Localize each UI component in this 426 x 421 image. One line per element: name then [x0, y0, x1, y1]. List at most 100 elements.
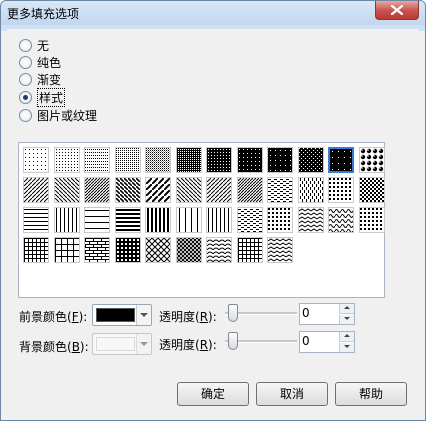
pattern-swatch[interactable]: [206, 147, 232, 173]
bg-transparency-spinner[interactable]: [299, 331, 355, 353]
label-key: R: [199, 338, 209, 352]
pattern-swatch[interactable]: [145, 177, 171, 203]
pattern-swatch[interactable]: [236, 147, 263, 173]
radio-gradient[interactable]: 渐变: [19, 71, 61, 87]
pattern-swatch[interactable]: [23, 207, 49, 233]
pattern-swatch[interactable]: [206, 207, 232, 233]
label-key: F: [71, 310, 79, 324]
radio-circle[interactable]: [19, 72, 32, 86]
chevron-down-icon[interactable]: [136, 334, 151, 354]
help-button[interactable]: 帮助: [335, 382, 407, 406]
foreground-color-swatch: [96, 308, 135, 322]
dialog-body: 无 纯色 渐变 样式 图片或纹理 前景颜色(F): 透明度(R): 0 背景颜色…: [7, 29, 419, 415]
radio-solid[interactable]: 纯色: [19, 54, 61, 70]
pattern-swatch[interactable]: [267, 237, 293, 263]
pattern-swatch[interactable]: [358, 207, 385, 233]
pattern-grid: [18, 142, 385, 298]
pattern-swatch[interactable]: [297, 147, 324, 173]
radio-circle[interactable]: [19, 38, 32, 52]
pattern-swatch[interactable]: [267, 177, 293, 203]
radio-label: 渐变: [37, 72, 62, 87]
pattern-swatch[interactable]: [53, 177, 80, 203]
radio-circle[interactable]: [19, 90, 32, 104]
pattern-swatch[interactable]: [267, 207, 293, 233]
ok-button[interactable]: 确定: [177, 382, 249, 406]
label-suffix: ):: [79, 340, 89, 354]
pattern-swatch[interactable]: [358, 147, 385, 173]
pattern-swatch[interactable]: [23, 177, 49, 203]
pattern-swatch[interactable]: [23, 237, 49, 263]
foreground-color-picker[interactable]: [92, 304, 152, 326]
radio-circle[interactable]: [19, 55, 32, 69]
pattern-swatch[interactable]: [145, 207, 171, 233]
background-color-picker[interactable]: [92, 333, 152, 355]
pattern-swatch[interactable]: [114, 237, 141, 263]
pattern-swatch[interactable]: [328, 207, 354, 233]
pattern-swatch[interactable]: [84, 237, 110, 263]
label-suffix: ):: [208, 310, 217, 324]
pattern-swatch[interactable]: [175, 237, 202, 263]
radio-none[interactable]: 无: [19, 37, 49, 53]
label-suffix: ):: [78, 310, 88, 324]
bg-transparency-label: 透明度(R):: [159, 336, 217, 353]
label-key: B: [71, 340, 80, 354]
pattern-swatch[interactable]: [236, 207, 263, 233]
pattern-swatch[interactable]: [297, 177, 324, 203]
dialog-window: 更多填充选项 无 纯色 渐变 样式 图片或纹理 前景颜色(F): 透明度(R):…: [0, 0, 426, 421]
spin-down-icon[interactable]: [339, 315, 354, 324]
radio-picture[interactable]: 图片或纹理: [19, 107, 97, 123]
fg-transparency-input[interactable]: [302, 305, 336, 321]
pattern-swatch[interactable]: [53, 207, 80, 233]
label-text: 透明度(: [159, 338, 200, 352]
close-icon: [391, 5, 403, 15]
radio-label: 样式: [37, 87, 66, 107]
pattern-swatch[interactable]: [328, 147, 354, 173]
pattern-swatch[interactable]: [145, 147, 171, 173]
pattern-swatch[interactable]: [84, 207, 110, 233]
bg-transparency-slider[interactable]: [225, 331, 297, 351]
background-color-label: 背景颜色(B):: [19, 338, 89, 355]
pattern-swatch[interactable]: [206, 237, 232, 263]
pattern-swatch[interactable]: [114, 177, 141, 203]
pattern-swatch[interactable]: [175, 147, 202, 173]
pattern-swatch[interactable]: [114, 147, 141, 173]
pattern-swatch[interactable]: [236, 237, 263, 263]
radio-pattern[interactable]: 样式: [19, 87, 66, 107]
title-bar: 更多填充选项: [1, 1, 425, 25]
pattern-swatch[interactable]: [236, 177, 263, 203]
slider-thumb[interactable]: [228, 304, 238, 322]
pattern-swatch[interactable]: [84, 177, 110, 203]
spin-up-icon[interactable]: [339, 332, 354, 342]
radio-label: 无: [37, 38, 50, 53]
radio-label: 纯色: [37, 55, 62, 70]
bg-transparency-input[interactable]: [302, 333, 336, 349]
pattern-swatch[interactable]: [53, 237, 80, 263]
pattern-swatch[interactable]: [114, 207, 141, 233]
close-button[interactable]: [375, 1, 419, 20]
pattern-swatch[interactable]: [358, 177, 385, 203]
spin-down-icon[interactable]: [339, 343, 354, 352]
pattern-swatch[interactable]: [53, 147, 80, 173]
pattern-swatch[interactable]: [145, 237, 171, 263]
slider-thumb[interactable]: [228, 332, 238, 350]
pattern-swatch[interactable]: [206, 177, 232, 203]
fg-transparency-label: 透明度(R):: [159, 308, 217, 325]
label-text: 前景颜色(: [19, 310, 72, 324]
pattern-swatch[interactable]: [175, 177, 202, 203]
pattern-swatch[interactable]: [23, 147, 49, 173]
window-title: 更多填充选项: [7, 7, 80, 21]
chevron-down-icon[interactable]: [136, 305, 151, 325]
label-text: 背景颜色(: [19, 340, 72, 354]
fg-transparency-spinner[interactable]: [299, 303, 355, 325]
label-key: R: [199, 310, 209, 324]
pattern-swatch[interactable]: [175, 207, 202, 233]
pattern-swatch[interactable]: [328, 177, 354, 203]
spin-up-icon[interactable]: [339, 304, 354, 314]
pattern-swatch[interactable]: [297, 207, 324, 233]
pattern-swatch[interactable]: [84, 147, 110, 173]
fg-transparency-slider[interactable]: [225, 303, 297, 323]
radio-circle[interactable]: [19, 108, 32, 122]
background-color-swatch: [96, 337, 135, 351]
pattern-swatch[interactable]: [267, 147, 293, 173]
cancel-button[interactable]: 取消: [256, 382, 328, 406]
